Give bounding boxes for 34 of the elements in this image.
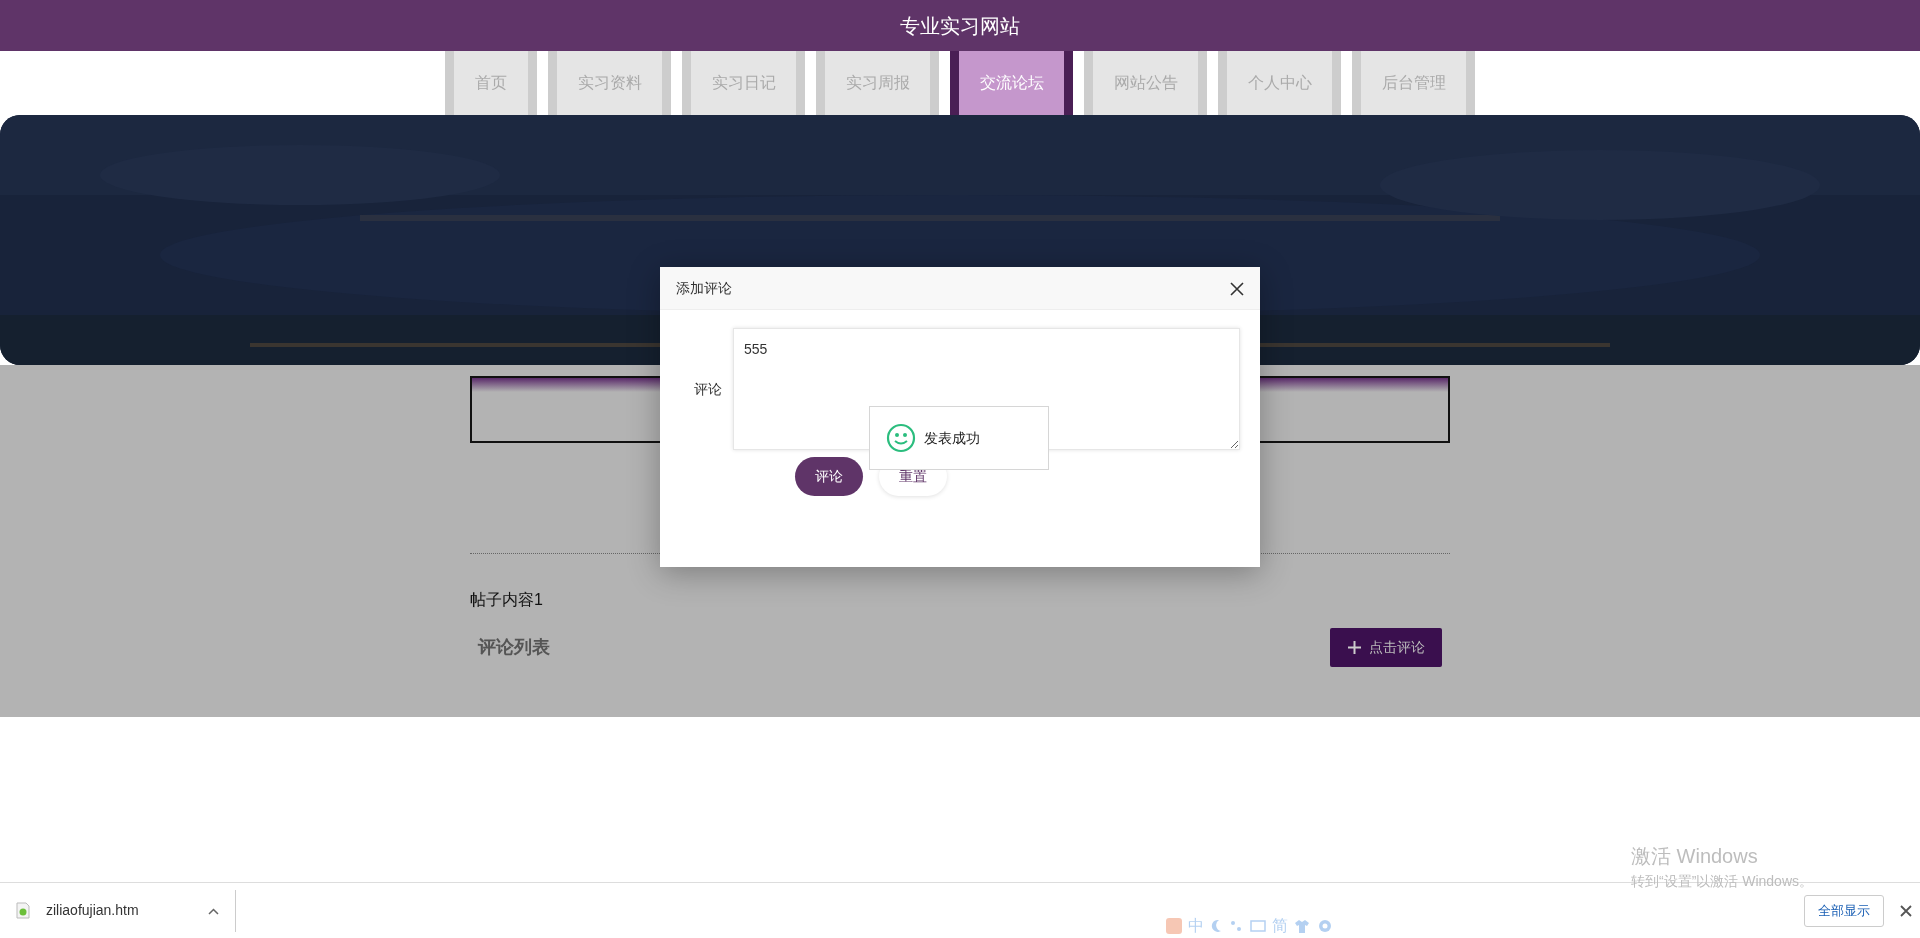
field-label: 评论 — [693, 379, 722, 399]
keyboard-icon[interactable] — [1250, 920, 1266, 932]
nav-tab[interactable]: 个人中心 — [1218, 51, 1341, 115]
toast-message: 发表成功 — [924, 428, 980, 448]
nav-tab[interactable]: 首页 — [445, 51, 537, 115]
logo-icon — [1166, 918, 1182, 934]
smiley-icon — [886, 423, 916, 453]
close-icon[interactable] — [1230, 281, 1244, 296]
activation-title: 激活 Windows — [1631, 844, 1759, 869]
plus-icon — [1347, 641, 1361, 654]
shirt-icon[interactable] — [1294, 919, 1310, 933]
file-icon — [16, 902, 30, 919]
submit-button[interactable]: 评论 — [795, 457, 863, 496]
nav-tab[interactable]: 实习周报 — [816, 51, 939, 115]
nav-tab[interactable]: 后台管理 — [1352, 51, 1475, 115]
ime-script[interactable]: 简 — [1272, 914, 1288, 938]
show-all-button[interactable]: 全部显示 — [1804, 894, 1884, 927]
punctuation-icon[interactable] — [1230, 919, 1242, 933]
nav-tab[interactable]: 交流论坛 — [950, 51, 1073, 115]
activation-hint: 转到“设置”以激活 Windows。 — [1631, 872, 1813, 891]
add-comment-button[interactable]: 点击评论 — [1330, 628, 1442, 667]
nav-tab[interactable]: 网站公告 — [1084, 51, 1207, 115]
comments-heading: 评论列表 — [478, 636, 550, 659]
settings-icon[interactable] — [1318, 919, 1332, 933]
moon-icon[interactable] — [1210, 919, 1222, 933]
nav-tab[interactable]: 实习资料 — [548, 51, 671, 115]
site-title: 专业实习网站 — [0, 0, 1920, 51]
ime-mode[interactable]: 中 — [1188, 914, 1204, 938]
post-content: 帖子内容1 — [470, 590, 544, 610]
nav-tab[interactable]: 实习日记 — [682, 51, 805, 115]
dialog-title: 添加评论 — [676, 278, 732, 298]
close-icon[interactable] — [1900, 905, 1912, 918]
caret-icon[interactable] — [208, 907, 219, 915]
file-name: ziliaofujian.htm — [46, 901, 139, 920]
